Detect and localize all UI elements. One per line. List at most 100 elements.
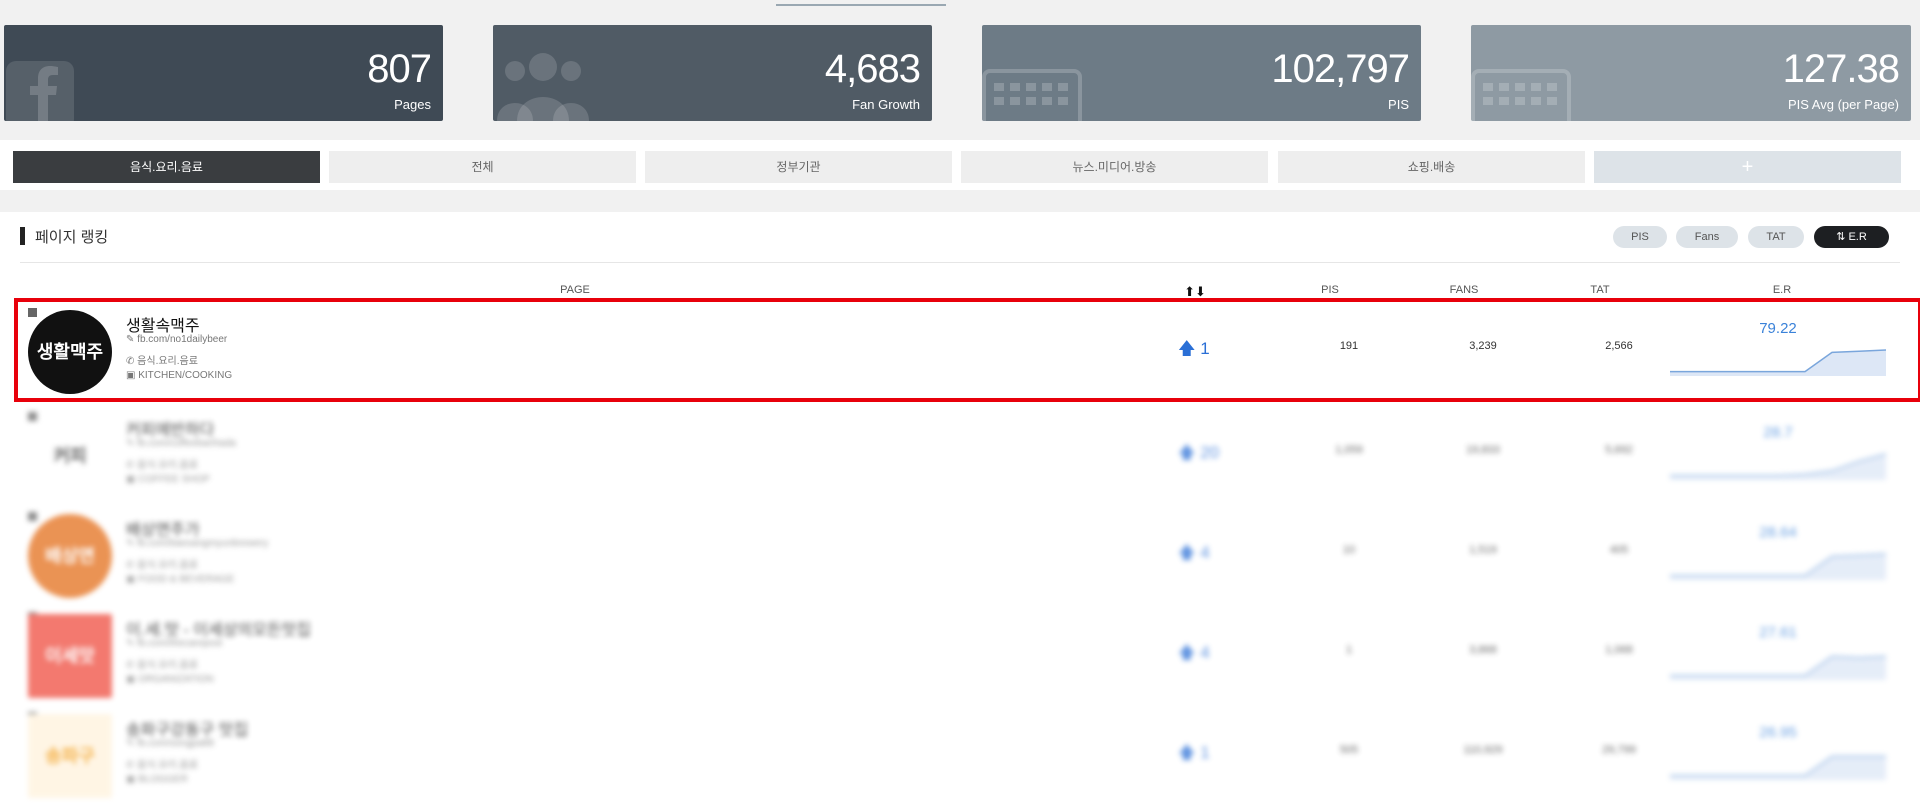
page-url: fb.com/no1dailybeer	[137, 334, 228, 345]
users-icon	[497, 53, 589, 121]
page-category-row: ✆ 음식.요리.음료	[126, 656, 198, 671]
tab-food[interactable]: 음식.요리.음료	[13, 151, 320, 183]
col-header-pis: PIS	[1321, 284, 1339, 296]
page-type: COFFEE SHOP	[138, 474, 210, 485]
page-url-row: ✎ fb.com/baesangmyunbrewery	[126, 538, 268, 549]
row-checkbox[interactable]	[28, 512, 37, 521]
section-title-text: 페이지 랭킹	[35, 229, 109, 246]
page-name[interactable]: 송파구강동구 맛집	[126, 716, 248, 740]
col-header-page: PAGE	[560, 284, 590, 296]
tab-news-media[interactable]: 뉴스.미디어.방송	[961, 151, 1268, 183]
page-type: KITCHEN/COOKING	[138, 370, 233, 381]
facebook-small-icon: ▣	[126, 574, 139, 585]
section-title: 페이지 랭킹	[20, 226, 108, 247]
page-logo: 커피	[28, 414, 112, 498]
stat-label: Fan Growth	[852, 97, 920, 112]
page-type-row: ▣ KITCHEN/COOKING	[126, 370, 232, 381]
pis-value: 191	[1339, 340, 1359, 352]
tab-all[interactable]: 전체	[329, 151, 636, 183]
tab-shopping[interactable]: 쇼핑.배송	[1278, 151, 1585, 183]
stat-card-pis: 102,797 PIS	[982, 25, 1421, 121]
keyboard-icon	[982, 69, 1082, 121]
page-type: ORGANIZATION	[138, 674, 214, 685]
page-type: BLOGGER	[138, 774, 188, 785]
page-url: fb.com/coffeebanhada	[137, 438, 236, 449]
link-icon: ✎	[126, 738, 138, 749]
table-row[interactable]: 이세맛 이.세.맛 - 이세상의모든맛집 ✎ fb.com/thecarepos…	[18, 606, 1908, 702]
title-bar	[20, 227, 25, 245]
active-page-indicator	[776, 0, 946, 6]
fans-value: 19,833	[1466, 444, 1500, 456]
logo-text: 이세맛	[45, 646, 95, 666]
page-url-row: ✎ fb.com/songpa88	[126, 738, 214, 749]
stat-card-fan-growth: 4,683 Fan Growth	[493, 25, 932, 121]
page-category: 음식.요리.음료	[137, 356, 198, 367]
er-sparkline	[1670, 453, 1886, 480]
stat-label: PIS	[1388, 97, 1409, 112]
er-value: 27.61	[1759, 624, 1797, 641]
arrow-up-icon: 🡅	[1178, 543, 1201, 562]
row-checkbox[interactable]	[28, 412, 37, 421]
fans-value: 3,868	[1469, 644, 1497, 656]
page-url-row: ✎ fb.com/thecarepost	[126, 638, 222, 649]
tat-value: 29,799	[1602, 744, 1636, 756]
er-sparkline	[1670, 655, 1886, 680]
page-type-row: ▣ ORGANIZATION	[126, 674, 214, 685]
rank-change: 🡅 20	[1178, 440, 1219, 469]
sort-pis-button[interactable]: PIS	[1613, 226, 1667, 248]
arrow-up-icon: 🡅	[1178, 339, 1201, 358]
row-checkbox[interactable]	[28, 308, 37, 317]
table-row[interactable]: 배상면 배상면주가 ✎ fb.com/baesangmyunbrewery ✆ …	[18, 506, 1908, 602]
table-row[interactable]: 송파구 송파구강동구 맛집 ✎ fb.com/songpa88 ✆ 음식.요리.…	[18, 706, 1908, 802]
page-name[interactable]: 배상면주가	[126, 516, 200, 540]
link-icon: ✎	[126, 334, 138, 345]
logo-text: 배상면	[45, 546, 95, 566]
logo-text: 생활맥주	[36, 342, 104, 362]
page-name[interactable]: 이.세.맛 - 이세상의모든맛집	[126, 616, 311, 640]
tat-value: 2,566	[1605, 340, 1633, 352]
tat-value: 5,692	[1605, 444, 1633, 456]
sort-fans-button[interactable]: Fans	[1676, 226, 1738, 248]
sort-er-label: E.R	[1848, 231, 1867, 243]
sparkline-area	[1670, 656, 1886, 680]
page-category: 음식.요리.음료	[137, 560, 198, 571]
tat-value: 1,068	[1605, 644, 1633, 656]
sort-er-button[interactable]: ⇅ E.R	[1814, 226, 1889, 248]
sort-tat-button[interactable]: TAT	[1748, 226, 1804, 248]
table-row[interactable]: 생활맥주 생활속맥주 ✎ fb.com/no1dailybeer ✆ 음식.요리…	[14, 298, 1920, 402]
add-tab-button[interactable]: +	[1594, 151, 1901, 183]
arrow-up-icon: 🡅	[1178, 443, 1201, 462]
phone-icon: ✆	[126, 660, 138, 671]
page-category-row: ✆ 음식.요리.음료	[126, 756, 198, 771]
page-ranking-panel: 페이지 랭킹 PIS Fans TAT ⇅ E.R PAGE ⬆⬇ PIS FA…	[0, 212, 1920, 809]
sort-icon: ⇅	[1836, 231, 1849, 243]
rank-change-value: 4	[1200, 543, 1210, 562]
page-logo: 배상면	[28, 514, 112, 598]
page-type-row: ▣ COFFEE SHOP	[126, 474, 210, 485]
stat-card-pages: 807 Pages	[4, 25, 443, 121]
er-sparkline	[1670, 349, 1886, 376]
tat-value: 405	[1609, 544, 1629, 556]
tab-government[interactable]: 정부기관	[645, 151, 952, 183]
rank-change-value: 1	[1200, 743, 1210, 762]
rank-change: 🡅 4	[1178, 640, 1210, 669]
page-name[interactable]: 커피에반하다	[126, 416, 214, 440]
stat-value: 102,797	[1271, 47, 1410, 91]
page-url-row: ✎ fb.com/coffeebanhada	[126, 438, 236, 449]
page-name[interactable]: 생활속맥주	[126, 312, 200, 336]
page-type: FOOD & BEVERAGE	[138, 574, 235, 585]
facebook-small-icon: ▣	[126, 674, 139, 685]
category-tabs: 음식.요리.음료 전체 정부기관 뉴스.미디어.방송 쇼핑.배송 +	[0, 140, 1920, 190]
er-value: 26.95	[1759, 724, 1797, 741]
page-category-row: ✆ 음식.요리.음료	[126, 456, 198, 471]
table-row[interactable]: 커피 커피에반하다 ✎ fb.com/coffeebanhada ✆ 음식.요리…	[18, 406, 1908, 502]
logo-text: 커피	[53, 446, 87, 466]
fans-value: 110,929	[1463, 744, 1503, 756]
fans-value: 1,519	[1469, 544, 1497, 556]
rank-change-value: 1	[1200, 339, 1210, 358]
fans-value: 3,239	[1469, 340, 1497, 352]
pis-value: 1,059	[1335, 444, 1363, 456]
logo-text: 송파구	[45, 746, 95, 766]
page-category: 음식.요리.음료	[137, 760, 198, 771]
phone-icon: ✆	[126, 460, 138, 471]
